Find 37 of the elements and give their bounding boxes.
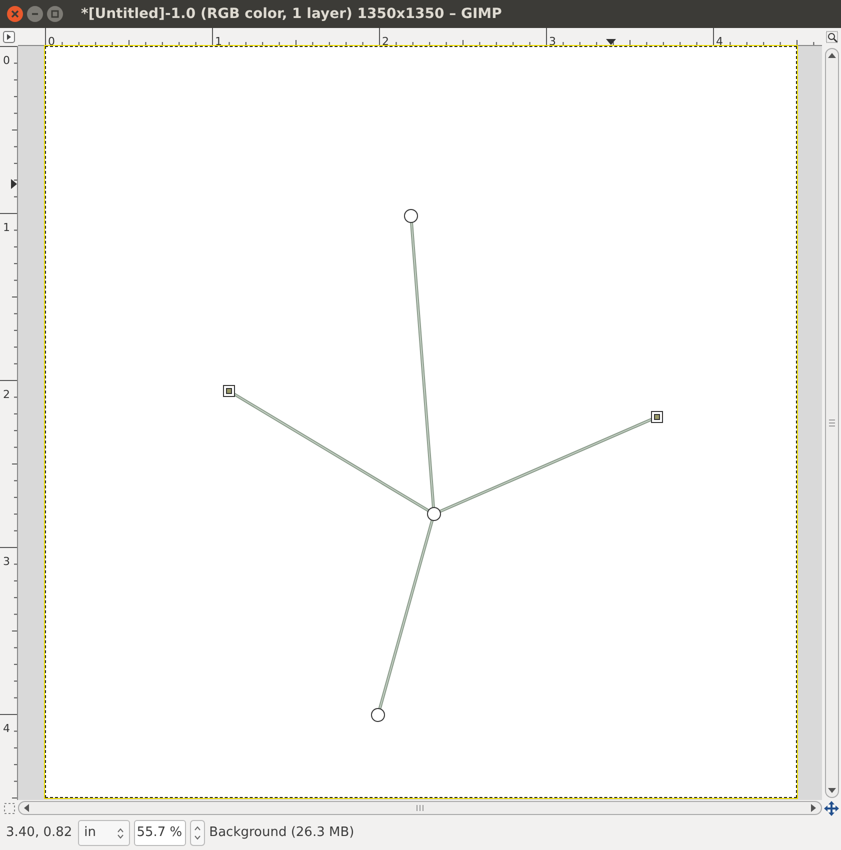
ruler-label: 1 xyxy=(215,35,222,45)
scroll-down-icon[interactable] xyxy=(828,788,836,793)
maximize-icon xyxy=(51,10,59,18)
ruler-label: 0 xyxy=(48,35,55,45)
zoom-icon[interactable] xyxy=(826,31,838,43)
layer-info: Background (26.3 MB) xyxy=(209,824,354,842)
ruler-label: 1 xyxy=(3,221,10,234)
ruler-label: 2 xyxy=(3,388,10,401)
ruler-label: 4 xyxy=(716,35,723,45)
zoom-spinner-icon[interactable] xyxy=(190,820,206,846)
ruler-label: 3 xyxy=(3,555,10,568)
pointer-coordinates: 3.40, 0.82 xyxy=(6,824,72,842)
minimize-button[interactable] xyxy=(27,6,43,22)
window-title: *[Untitled]-1.0 (RGB color, 1 layer) 1350x1350 – GIMP xyxy=(81,4,502,24)
minimize-icon xyxy=(31,10,39,18)
ruler-label: 3 xyxy=(549,35,556,45)
pointer-marker-icon xyxy=(606,39,616,45)
spinner-arrows-icon xyxy=(117,828,124,838)
vertical-scrollbar[interactable] xyxy=(822,46,841,800)
move-icon[interactable] xyxy=(824,800,839,816)
quick-mask-icon[interactable] xyxy=(4,802,14,814)
pointer-marker-icon xyxy=(11,179,17,189)
scroll-up-icon[interactable] xyxy=(828,53,836,58)
maximize-button[interactable] xyxy=(47,6,63,22)
close-button[interactable] xyxy=(7,6,23,22)
grip-icon xyxy=(828,419,834,427)
grip-icon xyxy=(416,805,424,811)
close-icon xyxy=(11,10,19,18)
scroll-left-icon[interactable] xyxy=(24,804,29,812)
ruler-label: 0 xyxy=(3,54,10,67)
ruler-label: 2 xyxy=(382,35,389,45)
unit-dropdown[interactable]: in xyxy=(78,820,130,846)
scroll-right-icon[interactable] xyxy=(811,804,816,812)
horizontal-scrollbar[interactable] xyxy=(18,801,822,815)
zoom-field[interactable]: 55.7 % xyxy=(134,820,186,846)
navigate-menu-icon[interactable] xyxy=(3,31,15,43)
ruler-label: 4 xyxy=(3,722,10,735)
